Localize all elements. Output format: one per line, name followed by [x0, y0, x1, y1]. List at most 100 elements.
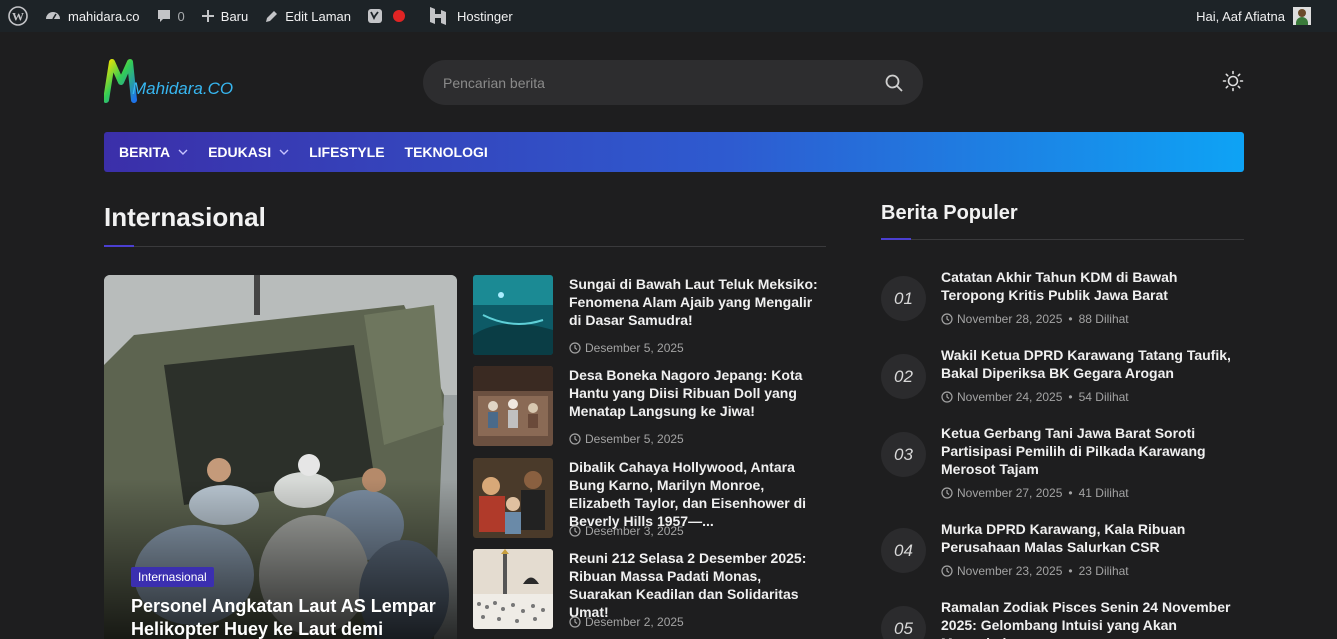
popular-title[interactable]: Wakil Ketua DPRD Karawang Tatang Taufik,…	[941, 346, 1241, 382]
popular-meta: November 23, 2025 • 23 Dilihat	[941, 564, 1129, 578]
dashboard-icon	[46, 12, 60, 20]
article-date: Desember 3, 2025	[569, 524, 684, 538]
section-title: Internasional	[104, 202, 266, 232]
account-menu[interactable]: Hai, Aaf Afiatna	[1196, 0, 1311, 32]
category-badge[interactable]: Internasional	[131, 567, 214, 587]
date-text: November 24, 2025	[957, 390, 1063, 404]
clock-icon	[569, 525, 581, 537]
nav-item-label: BERITA	[119, 144, 171, 160]
clock-icon	[569, 342, 581, 354]
clock-icon	[941, 565, 953, 577]
rank-number: 04	[881, 528, 926, 573]
wordpress-logo-icon[interactable]: W	[0, 0, 36, 32]
edit-label: Edit Laman	[285, 8, 352, 24]
new-label: Baru	[220, 8, 249, 24]
hostinger-link[interactable]: Hostinger	[421, 0, 521, 32]
popular-title[interactable]: Catatan Akhir Tahun KDM di Bawah Teropon…	[941, 268, 1241, 304]
nav-item-label: EDUKASI	[208, 144, 272, 160]
search-bar	[423, 60, 923, 105]
new-content-link[interactable]: Baru	[193, 0, 256, 32]
avatar	[1293, 7, 1311, 25]
views-text: 54 Dilihat	[1078, 390, 1129, 404]
article-date: Desember 5, 2025	[569, 341, 684, 355]
section-accent	[104, 245, 134, 247]
hostinger-icon	[430, 7, 447, 25]
logo-text: Mahidara.CO	[132, 79, 233, 98]
clock-icon	[941, 487, 953, 499]
edit-page-link[interactable]: Edit Laman	[256, 0, 359, 32]
list-item: Reuni 212 Selasa 2 Desember 2025: Ribuan…	[473, 549, 828, 629]
admin-bar: W mahidara.co 0 Baru Edit Laman Hostinge…	[0, 0, 1337, 32]
list-item: Dibalik Cahaya Hollywood, Antara Bung Ka…	[473, 458, 828, 538]
article-title[interactable]: Reuni 212 Selasa 2 Desember 2025: Ribuan…	[569, 549, 827, 621]
main-nav: BERITA EDUKASI LIFESTYLE TEKNOLOGI	[104, 132, 1244, 172]
date-text: Desember 5, 2025	[585, 432, 684, 446]
popular-title[interactable]: Ramalan Zodiak Pisces Senin 24 November …	[941, 598, 1241, 639]
clock-icon	[569, 433, 581, 445]
rank-number: 03	[881, 432, 926, 477]
theme-toggle-button[interactable]	[1222, 70, 1244, 92]
popular-meta: November 27, 2025 • 41 Dilihat	[941, 486, 1129, 500]
article-thumbnail[interactable]	[473, 549, 553, 629]
article-thumbnail[interactable]	[473, 458, 553, 538]
search-input[interactable]	[443, 74, 863, 91]
article-title[interactable]: Desa Boneka Nagoro Jepang: Kota Hantu ya…	[569, 366, 827, 420]
rank-number: 02	[881, 354, 926, 399]
article-thumbnail[interactable]	[473, 275, 553, 355]
yoast-seo-menu[interactable]	[359, 0, 413, 32]
list-item: Sungai di Bawah Laut Teluk Meksiko: Feno…	[473, 275, 828, 355]
date-text: November 23, 2025	[957, 564, 1063, 578]
nav-item-label: LIFESTYLE	[309, 144, 385, 160]
sidebar-title: Berita Populer	[881, 202, 1018, 224]
clock-icon	[941, 313, 953, 325]
article-thumbnail[interactable]	[473, 366, 553, 446]
date-text: November 28, 2025	[957, 312, 1063, 326]
date-text: Desember 2, 2025	[585, 615, 684, 629]
popular-title[interactable]: Murka DPRD Karawang, Kala Ribuan Perusah…	[941, 520, 1241, 556]
featured-article[interactable]: Internasional Personel Angkatan Laut AS …	[104, 275, 457, 639]
article-title[interactable]: Sungai di Bawah Laut Teluk Meksiko: Feno…	[569, 275, 827, 329]
comment-count: 0	[177, 8, 185, 24]
popular-meta: November 24, 2025 • 54 Dilihat	[941, 390, 1129, 404]
clock-icon	[569, 616, 581, 628]
nav-item-teknologi[interactable]: TEKNOLOGI	[405, 144, 488, 160]
site-logo[interactable]: Mahidara.CO	[103, 56, 234, 106]
search-icon[interactable]	[885, 74, 903, 92]
hostinger-label: Hostinger	[457, 8, 513, 24]
views-text: 41 Dilihat	[1078, 486, 1129, 500]
sidebar-divider	[881, 239, 1244, 240]
popular-title[interactable]: Ketua Gerbang Tani Jawa Barat Soroti Par…	[941, 424, 1241, 478]
nav-item-lifestyle[interactable]: LIFESTYLE	[309, 144, 384, 160]
article-date: Desember 2, 2025	[569, 615, 684, 629]
site-name-link[interactable]: mahidara.co	[36, 0, 148, 32]
seo-status-dot-icon	[393, 10, 406, 22]
rank-number: 01	[881, 276, 926, 321]
yoast-icon	[368, 9, 383, 23]
clock-icon	[941, 391, 953, 403]
nav-item-berita[interactable]: BERITA	[119, 144, 188, 160]
pencil-icon	[266, 10, 278, 22]
article-title[interactable]: Dibalik Cahaya Hollywood, Antara Bung Ka…	[569, 458, 827, 530]
chevron-down-icon	[178, 149, 188, 155]
nav-item-edukasi[interactable]: EDUKASI	[208, 144, 289, 160]
date-text: Desember 3, 2025	[585, 524, 684, 538]
svg-text:W: W	[12, 10, 24, 24]
sidebar-accent	[881, 238, 911, 240]
chevron-down-icon	[279, 149, 289, 155]
comment-icon	[157, 10, 170, 22]
featured-title[interactable]: Personel Angkatan Laut AS Lempar Helikop…	[131, 595, 441, 639]
section-divider	[104, 246, 826, 247]
greeting-text: Hai, Aaf Afiatna	[1196, 8, 1285, 24]
site-name: mahidara.co	[68, 8, 140, 24]
date-text: November 27, 2025	[957, 486, 1063, 500]
popular-meta: November 28, 2025 • 88 Dilihat	[941, 312, 1129, 326]
article-date: Desember 5, 2025	[569, 432, 684, 446]
date-text: Desember 5, 2025	[585, 341, 684, 355]
list-item: Desa Boneka Nagoro Jepang: Kota Hantu ya…	[473, 366, 828, 446]
plus-icon	[201, 10, 214, 22]
rank-number: 05	[881, 606, 926, 639]
views-text: 88 Dilihat	[1078, 312, 1129, 326]
views-text: 23 Dilihat	[1078, 564, 1129, 578]
comments-link[interactable]: 0	[148, 0, 193, 32]
sun-icon	[1222, 70, 1244, 92]
